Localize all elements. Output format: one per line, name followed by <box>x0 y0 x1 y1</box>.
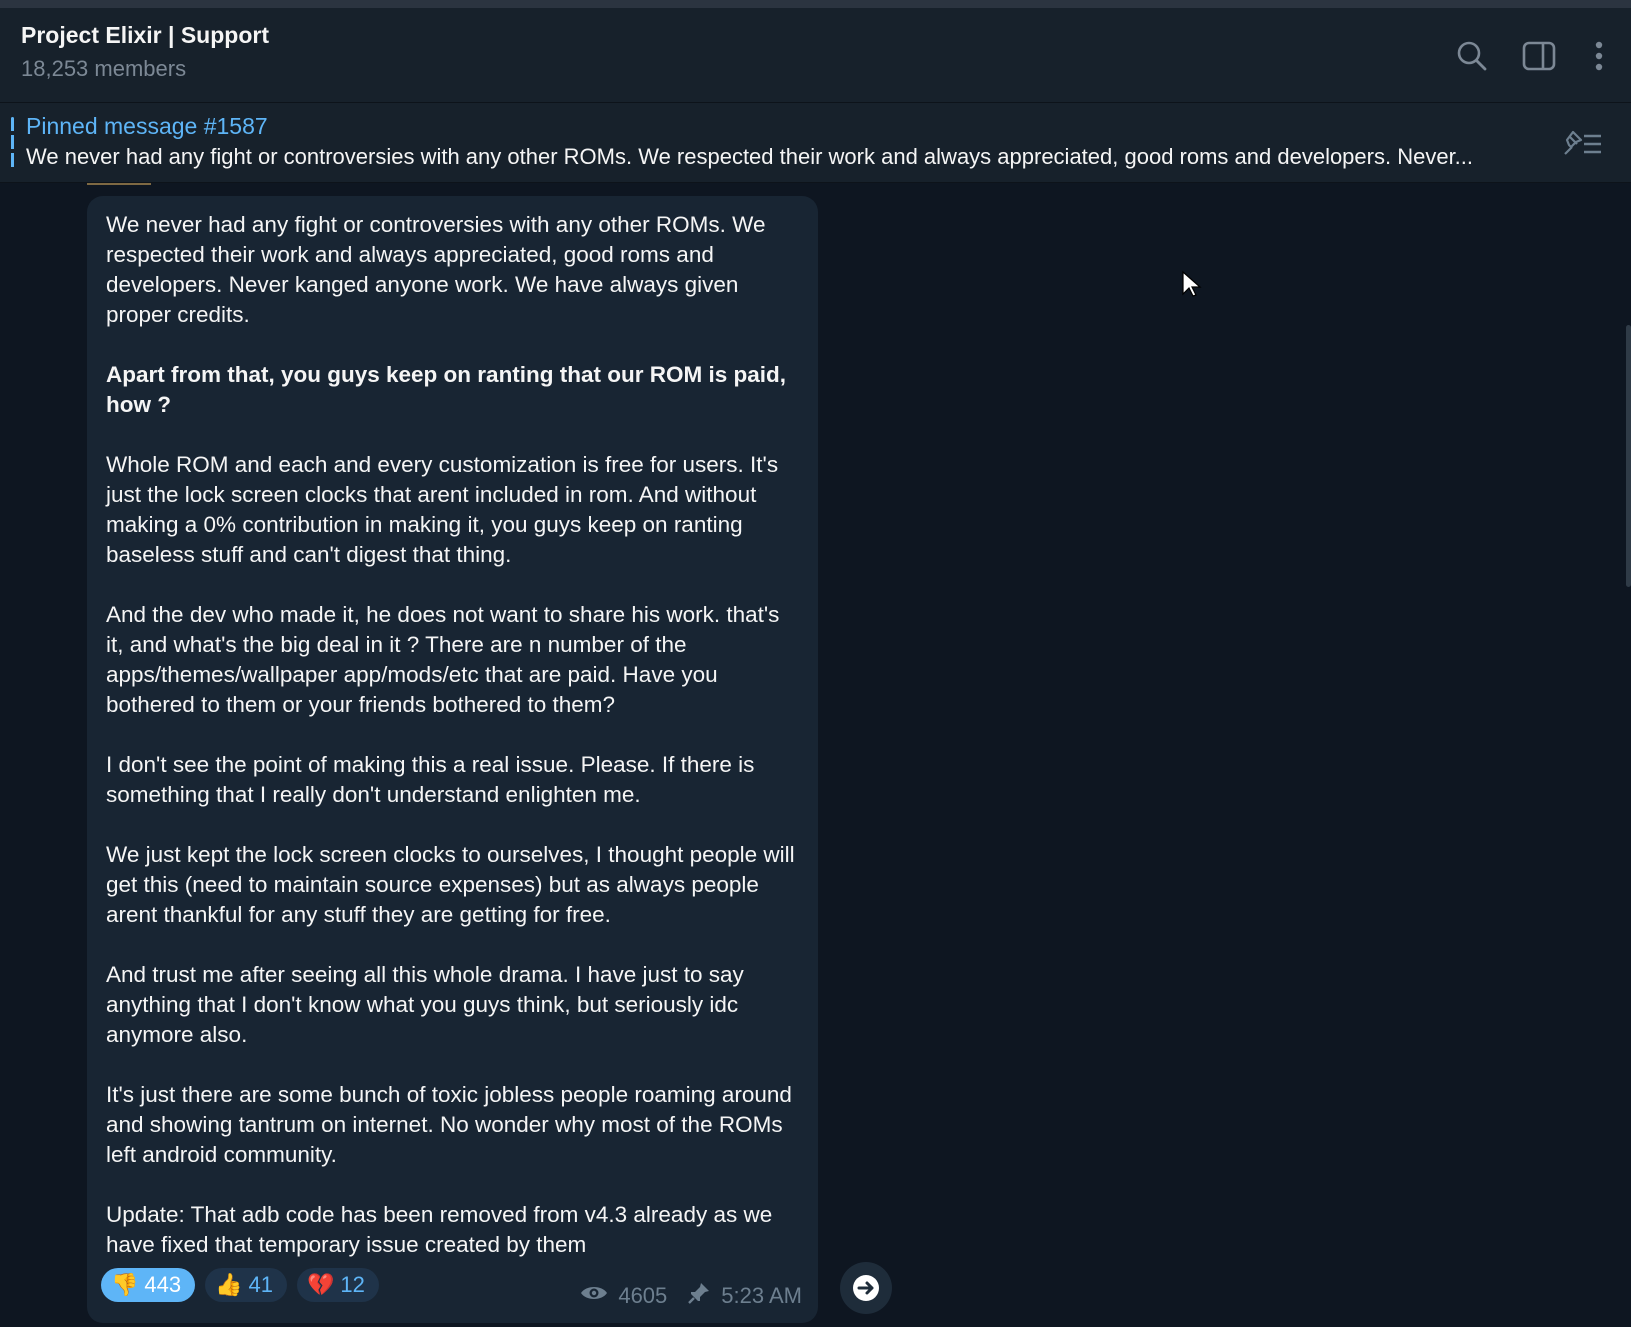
chat-header: Project Elixir | Support 18,253 members <box>0 8 1631 102</box>
message-paragraph: I don't see the point of making this a r… <box>106 752 755 807</box>
eye-icon <box>580 1283 608 1309</box>
mouse-cursor-icon <box>1181 270 1203 303</box>
message-paragraph: Whole ROM and each and every customizati… <box>106 452 779 567</box>
message-meta: 4605 5:23 AM <box>580 1281 802 1311</box>
forward-arrow-icon <box>853 1275 879 1301</box>
pinned-title: Pinned message #1587 <box>26 113 268 139</box>
reaction-count: 41 <box>248 1272 274 1297</box>
chat-title[interactable]: Project Elixir | Support <box>21 22 269 49</box>
reaction-thumbs-down[interactable]: 👎 443 <box>101 1268 196 1302</box>
more-vertical-icon[interactable] <box>1579 36 1619 76</box>
pin-icon <box>687 1281 711 1311</box>
pinned-preview: We never had any fight or controversies … <box>26 144 1474 169</box>
message-bubble[interactable]: We never had any fight or controversies … <box>87 196 818 1323</box>
message-paragraph: Update: That adb code has been removed f… <box>106 1202 773 1257</box>
message-paragraph: And the dev who made it, he does not wan… <box>106 602 780 717</box>
reaction-count: 12 <box>340 1272 365 1297</box>
message-paragraph: We just kept the lock screen clocks to o… <box>106 842 795 927</box>
reaction-thumbs-up[interactable]: 👍 41 <box>205 1268 288 1302</box>
previous-message-edge <box>87 183 151 185</box>
message-paragraph: It's just there are some bunch of toxic … <box>106 1082 792 1167</box>
thumbs-down-icon: 👎 <box>111 1272 139 1297</box>
sidebar-toggle-icon[interactable] <box>1519 36 1559 76</box>
message-time: 5:23 AM <box>721 1283 802 1308</box>
message-paragraph: And trust me after seeing all this whole… <box>106 962 744 1047</box>
message-paragraph-bold: Apart from that, you guys keep on rantin… <box>106 362 787 417</box>
message-text: We never had any fight or controversies … <box>106 210 796 1260</box>
pin-list-icon[interactable] <box>1559 125 1603 161</box>
member-count: 18,253 members <box>21 56 187 81</box>
pinned-message-bar[interactable]: Pinned message #1587 We never had any fi… <box>0 102 1631 183</box>
scrollbar[interactable] <box>1626 325 1631 587</box>
search-icon[interactable] <box>1452 36 1492 76</box>
reaction-count: 443 <box>144 1272 182 1297</box>
reactions-row: 👎 443 👍 41 💔 12 <box>101 1268 379 1302</box>
thumbs-up-icon: 👍 <box>215 1272 243 1297</box>
broken-heart-icon: 💔 <box>307 1272 335 1297</box>
view-count: 4605 <box>618 1283 668 1308</box>
pinned-indicator <box>11 117 14 171</box>
message-paragraph: We never had any fight or controversies … <box>106 212 766 327</box>
window-top-strip <box>0 0 1631 8</box>
share-button[interactable] <box>840 1262 892 1314</box>
reaction-broken-heart[interactable]: 💔 12 <box>297 1268 379 1302</box>
